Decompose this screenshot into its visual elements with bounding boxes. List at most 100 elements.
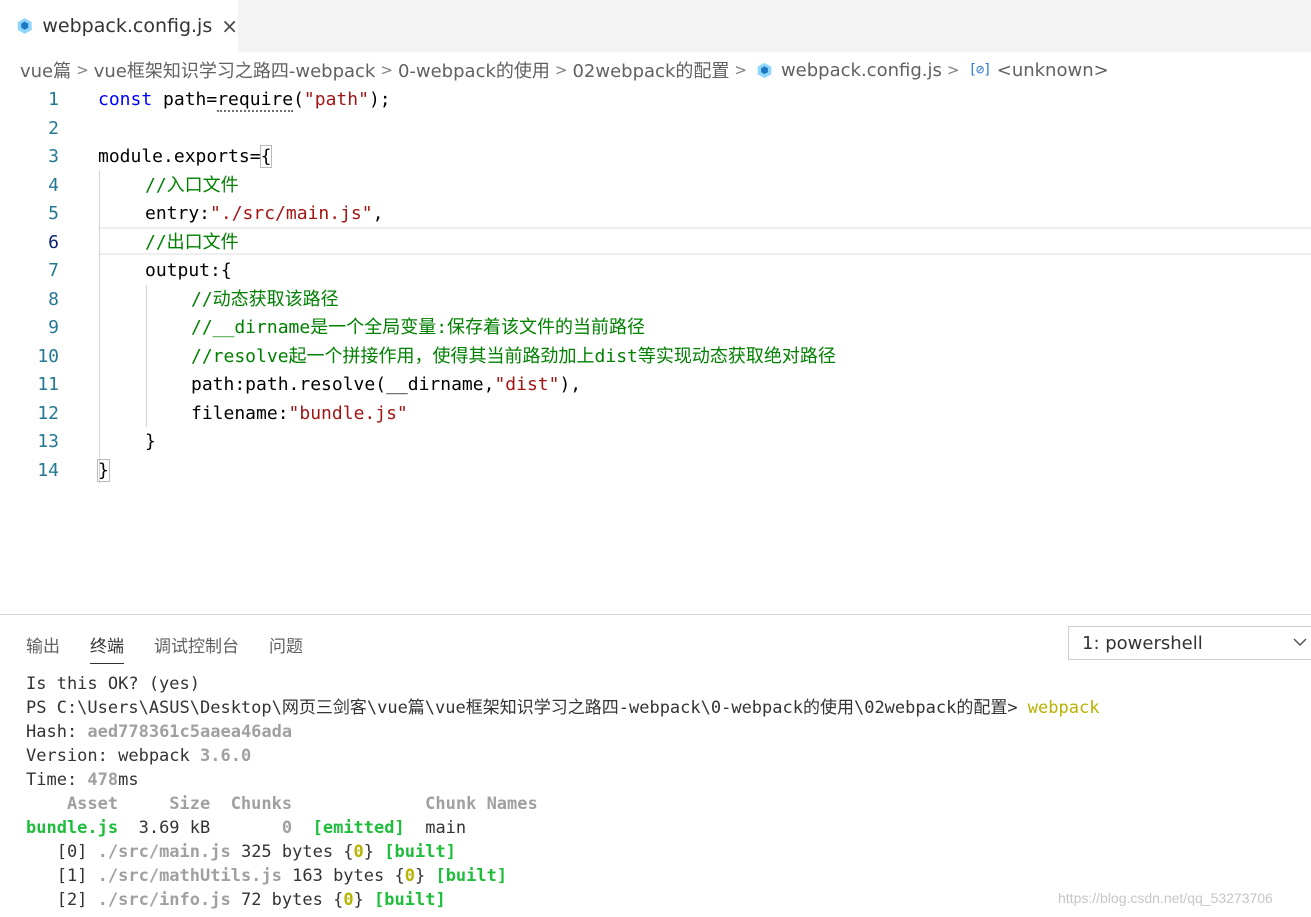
bracket-match: } [97,458,110,482]
chevron-right-icon: > [380,61,393,79]
asset-name: bundle.js [26,818,119,838]
terminal-value: aed778361c5aaea46ada [87,722,293,742]
terminal-label: Version: webpack [26,746,200,766]
terminal-line: Hash: aed778361c5aaea46ada [26,720,1311,744]
code-token: ); [368,89,391,110]
code-token: "./src/main.js" [210,203,373,224]
code-token: "dist" [494,374,560,395]
asset-size: 3.69 kB [118,818,211,838]
terminal-asset-row: bundle.js 3.69 kB 0 [emitted] main [26,816,1311,840]
panel-divider [0,614,1311,615]
code-comment: //入口文件 [145,174,239,196]
module-built: [built] [374,890,446,910]
code-comment: //动态获取该路径 [191,288,339,310]
breadcrumb-item[interactable]: vue框架知识学习之路四-webpack [94,57,376,83]
line-number: 13 [37,431,59,452]
asset-chunk-name: main [404,818,467,838]
line-number: 10 [37,345,59,367]
terminal-command: webpack [1027,698,1100,718]
code-line: 7 output:{ [0,257,1311,285]
terminal-line: PS C:\Users\ASUS\Desktop\网页三剑客\vue篇\vue框… [26,696,1311,720]
module-built: [built] [435,866,508,886]
code-line: 10 //resolve起一个拼接作用，使得其当前路劲加上dist等实现动态获取… [0,343,1311,371]
code-token: path:path.resolve(__dirname, [191,374,495,395]
module-chunk: 0 [343,890,354,910]
watermark: https://blog.csdn.net/qq_53273706 [1058,890,1273,906]
line-number: 2 [48,117,59,139]
tab-terminal[interactable]: 终端 [90,632,124,664]
line-number: 1 [48,89,59,110]
terminal-line: Is this OK? (yes) [26,674,200,694]
code-line: 3 module.exports={ [0,143,1311,171]
chevron-right-icon: > [554,61,568,79]
terminal-select-value: 1: powershell [1082,632,1203,654]
code-token: module.exports= [98,146,261,167]
breadcrumb-item[interactable]: 02webpack的配置 [572,57,729,83]
terminal-select[interactable]: 1: powershell [1068,626,1311,660]
code-comment: //__dirname是一个全局变量:保存着该文件的当前路径 [191,317,646,338]
code-line: 6 //出口文件 [0,229,1311,257]
chevron-down-icon [1293,638,1307,647]
terminal-label: Time: [26,770,88,790]
line-number: 9 [48,317,59,338]
code-token: "path" [303,89,369,110]
breadcrumb-item[interactable]: <unknown> [997,60,1109,81]
line-number: 12 [37,402,59,424]
tab-webpack-config[interactable]: webpack.config.js × [0,0,238,52]
terminal-line: Version: webpack 3.6.0 [26,744,1311,768]
tab-problems[interactable]: 问题 [269,632,303,662]
tab-output[interactable]: 输出 [26,632,60,662]
module-built: [built] [384,842,456,862]
line-number: 14 [37,459,59,481]
module-chunk-close: } [353,890,375,910]
chevron-right-icon: > [76,61,89,79]
panel-tabs: 输出 终端 调试控制台 问题 [26,632,303,664]
code-line: 5 entry:"./src/main.js", [0,200,1311,228]
line-number: 7 [48,260,59,281]
symbol-variable-icon: [⊘] [968,62,991,78]
code-line: 14 } [0,457,1311,485]
module-path: ./src/main.js [97,842,231,862]
breadcrumb-item[interactable]: vue篇 [20,57,71,83]
line-number: 6 [48,231,59,253]
module-index: [1] [26,866,98,886]
code-line: 9 //__dirname是一个全局变量:保存着该文件的当前路径 [0,314,1311,342]
terminal-line: Time: 478ms [26,768,1311,792]
breadcrumb-item[interactable]: webpack.config.js [781,60,942,81]
asset-emitted: [emitted] [292,818,405,838]
code-token: , [372,203,384,224]
close-icon[interactable]: × [221,16,238,36]
code-token: filename: [191,402,289,424]
module-path: ./src/mathUtils.js [97,866,282,886]
line-number: 3 [48,146,59,167]
code-line: 4 //入口文件 [0,172,1311,200]
module-chunk-close: } [363,842,385,862]
terminal-unit: ms [118,770,139,790]
tab-label: webpack.config.js [42,15,213,37]
code-line: 11 path:path.resolve(__dirname,"dist"), [0,371,1311,399]
chevron-right-icon: > [734,61,747,79]
terminal-table-header: Asset Size Chunks Chunk Names [26,794,538,814]
terminal-label: Hash: [26,722,88,742]
module-size: 163 bytes { [281,866,405,886]
code-token: require [217,89,294,112]
module-path: ./src/info.js [97,890,231,910]
code-line: 8 //动态获取该路径 [0,286,1311,314]
code-line: 1 const path=require("path"); [0,86,1311,114]
terminal-value: 3.6.0 [200,746,252,766]
module-chunk-close: } [414,866,436,886]
code-token: output:{ [145,260,232,281]
code-token: "bundle.js" [288,402,408,424]
module-size: 325 bytes { [230,842,354,862]
tab-debug-console[interactable]: 调试控制台 [154,632,239,662]
terminal-output[interactable]: Is this OK? (yes) PS C:\Users\ASUS\Deskt… [26,672,1311,917]
module-size: 72 bytes { [230,890,344,910]
terminal-module-row: [0] ./src/main.js 325 bytes {0} [built] [26,840,1311,864]
line-number: 8 [48,288,59,310]
breadcrumb-item[interactable]: 0-webpack的使用 [398,57,550,83]
terminal-value: 478 [87,770,119,790]
code-token: path= [152,89,218,110]
code-editor[interactable]: 1 const path=require("path"); 2 3 module… [0,86,1311,606]
module-index: [2] [26,890,98,910]
code-token: entry: [145,203,211,224]
